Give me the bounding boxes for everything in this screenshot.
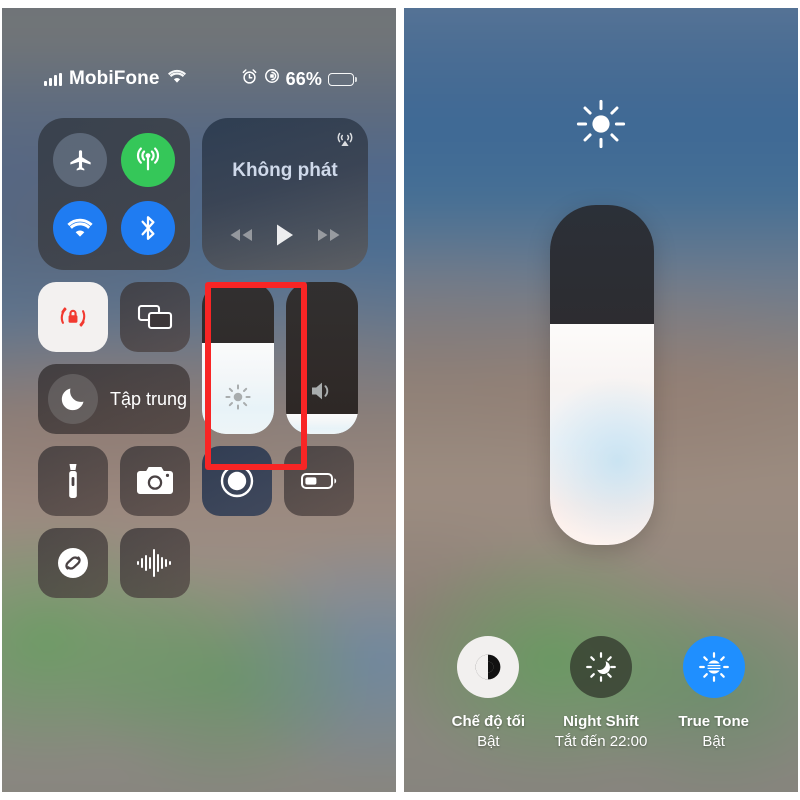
carrier-label: MobiFone	[69, 68, 160, 89]
cc-row-1: Không phát	[38, 118, 368, 270]
cc-row-2a	[38, 282, 190, 352]
focus-button[interactable]: Tập trung	[38, 364, 190, 434]
bluetooth-button[interactable]	[121, 201, 175, 255]
signal-strength-icon	[44, 72, 62, 86]
screen-record-button[interactable]	[202, 446, 272, 516]
rotation-lock-tile-icon	[60, 307, 86, 327]
brightness-fill	[550, 324, 654, 545]
dark-mode-icon	[457, 635, 520, 698]
sound-recognition-button[interactable]	[120, 528, 190, 598]
screen-record-icon	[220, 464, 254, 498]
control-center-grid: Không phát Tập trung	[38, 118, 368, 598]
airplane-mode-button[interactable]	[53, 133, 107, 187]
true-tone-icon	[682, 635, 745, 698]
night-shift-option[interactable]: Night Shift Tắt đến 22:00	[545, 635, 658, 753]
sun-icon	[402, 96, 800, 152]
alarm-clock-icon	[241, 68, 258, 91]
cellular-icon	[136, 147, 160, 171]
dark-mode-label: Chế độ tối	[451, 712, 525, 730]
speaker-icon	[312, 382, 329, 400]
control-center-panel: MobiFone 66% Không phát Tập trung	[0, 0, 398, 800]
display-options: Chế độ tối Bật Night Shift Tắt đến 22:00	[402, 635, 800, 753]
true-tone-state: Bật	[702, 732, 725, 750]
airplane-icon	[69, 149, 91, 171]
status-bar-left: MobiFone	[44, 68, 187, 90]
brightness-expanded-panel: Chế độ tối Bật Night Shift Tắt đến 22:00	[402, 0, 800, 800]
screenshot-root: MobiFone 66% Không phát Tập trung Chế độ…	[0, 0, 800, 800]
dark-mode-option[interactable]: Chế độ tối Bật	[432, 635, 545, 753]
media-title: Không phát	[232, 160, 338, 181]
status-bar: MobiFone 66%	[0, 62, 398, 96]
play-icon[interactable]	[275, 223, 295, 252]
status-bar-right: 66%	[241, 68, 357, 91]
rotation-lock-icon	[264, 68, 280, 90]
media-player-tile[interactable]: Không phát	[202, 118, 368, 270]
night-shift-state: Tắt đến 22:00	[554, 732, 648, 750]
flashlight-button[interactable]	[38, 446, 108, 516]
low-power-battery-icon	[301, 473, 337, 489]
rotation-lock-button[interactable]	[38, 282, 108, 352]
brightness-slider[interactable]	[202, 282, 274, 434]
moon-icon	[48, 374, 98, 424]
night-shift-icon	[570, 635, 632, 698]
cc-row-4	[38, 528, 368, 598]
screen-mirroring-icon	[137, 304, 173, 330]
volume-slider[interactable]	[286, 282, 358, 434]
slider-group	[202, 282, 358, 434]
camera-icon	[137, 467, 173, 494]
brightness-slider-icon	[202, 382, 274, 412]
wifi-button[interactable]	[53, 201, 107, 255]
wifi-icon	[167, 68, 187, 90]
bluetooth-icon	[141, 216, 155, 240]
volume-slider-icon	[286, 378, 358, 404]
low-power-mode-button[interactable]	[284, 446, 354, 516]
waveform-icon	[137, 549, 171, 577]
shazam-button[interactable]	[38, 528, 108, 598]
cellular-data-button[interactable]	[121, 133, 175, 187]
dark-mode-state: Bật	[477, 732, 500, 750]
cc-row-3	[38, 446, 368, 516]
connectivity-module[interactable]	[38, 118, 190, 270]
cc-left-stack: Tập trung	[38, 282, 190, 434]
cc-row-2: Tập trung	[38, 282, 368, 434]
rewind-icon[interactable]	[228, 227, 254, 248]
true-tone-option[interactable]: True Tone Bật	[657, 635, 770, 753]
battery-icon	[328, 72, 357, 86]
focus-label: Tập trung	[110, 388, 188, 409]
true-tone-label: True Tone	[678, 712, 749, 730]
airplay-icon[interactable]	[335, 129, 355, 149]
night-shift-label: Night Shift	[563, 712, 639, 730]
camera-button[interactable]	[120, 446, 190, 516]
brightness-slider-expanded[interactable]	[550, 205, 654, 545]
flashlight-icon	[69, 464, 77, 498]
shazam-icon	[58, 548, 88, 578]
fast-forward-icon[interactable]	[316, 227, 342, 248]
screen-mirroring-button[interactable]	[120, 282, 190, 352]
wifi-tile-icon	[67, 218, 93, 237]
battery-percent-label: 66%	[285, 68, 322, 89]
media-controls	[202, 223, 368, 252]
